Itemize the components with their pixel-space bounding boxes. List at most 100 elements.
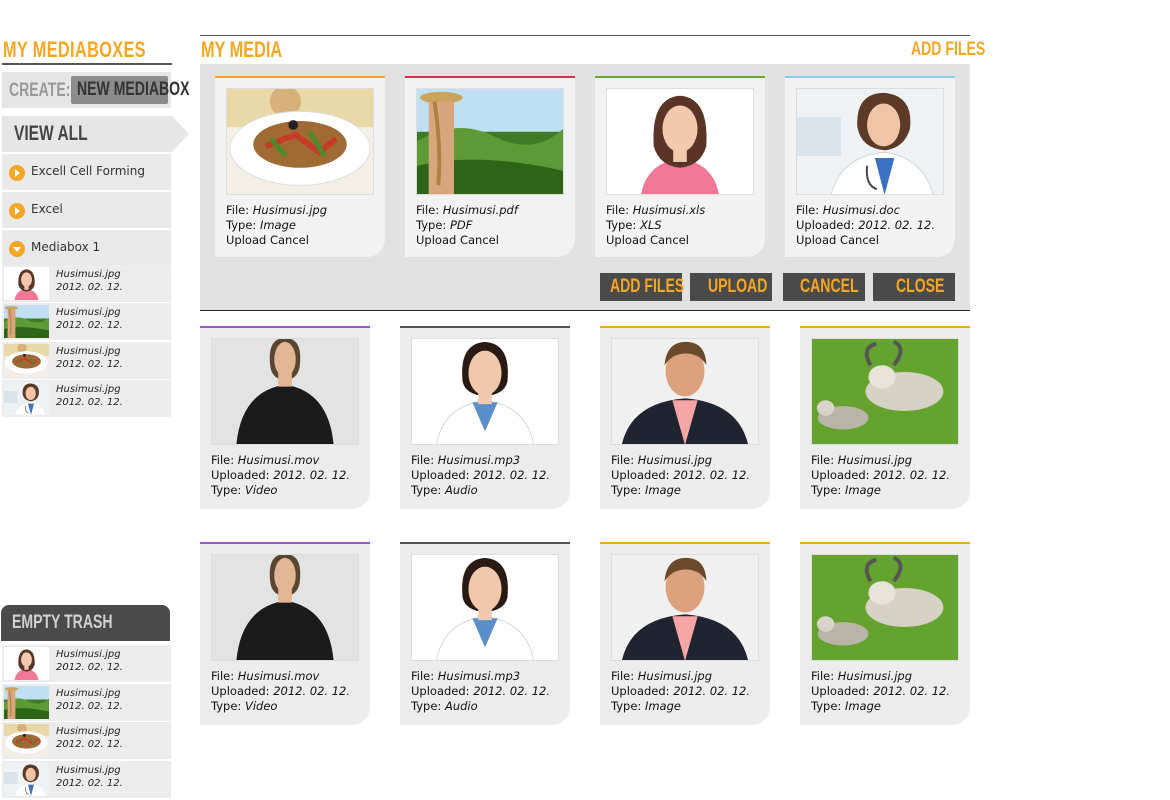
card-accent-bar — [200, 326, 370, 328]
view-all-button[interactable]: VIEW ALL — [2, 116, 189, 152]
cancel-link[interactable]: Cancel — [270, 233, 309, 247]
file-name: Husimusi.mp3 — [437, 669, 521, 683]
uploaded-label: Uploaded: — [211, 684, 270, 698]
item-date: 2012. 02. 12. — [56, 701, 123, 712]
type-label: Type: — [226, 218, 257, 232]
file-label: File: — [611, 453, 635, 467]
type-value: PDF — [449, 218, 473, 232]
file-name: Husimusi.jpg — [837, 669, 913, 683]
type-label: Type: — [211, 483, 242, 497]
add-files-link[interactable]: ADD FILES — [911, 39, 985, 61]
sidebar-folder-mediabox-1[interactable]: Mediabox 1 — [2, 230, 171, 266]
upload-card: File: Husimusi.xls Type: XLS Upload Canc… — [595, 76, 765, 257]
folder-label: Mediabox 1 — [31, 240, 101, 254]
add-files-button[interactable]: ADD FILES — [600, 273, 684, 301]
uploaded-label: Uploaded: — [411, 468, 470, 482]
collapse-arrow-icon — [9, 241, 25, 257]
media-image — [811, 554, 959, 661]
file-name: Husimusi.jpg — [252, 203, 328, 217]
list-item[interactable]: Husimusi.jpg 2012. 02. 12. — [2, 761, 171, 799]
file-name: Husimusi.doc — [822, 203, 900, 217]
uploaded-value: 2012. 02. 12. — [273, 468, 351, 482]
empty-trash-label: EMPTY TRASH — [12, 612, 113, 633]
file-label: File: — [606, 203, 630, 217]
media-image — [211, 554, 359, 661]
item-filename: Husimusi.jpg — [56, 688, 121, 699]
cancel-link[interactable]: Cancel — [840, 233, 879, 247]
list-item[interactable]: Husimusi.jpg 2012. 02. 12. — [2, 380, 171, 418]
sidebar-folder-excel[interactable]: Excel — [2, 192, 171, 228]
sidebar-folder-excell-cell-forming[interactable]: Excell Cell Forming — [2, 154, 171, 190]
list-item[interactable]: Husimusi.jpg 2012. 02. 12. — [2, 645, 171, 683]
upload-link[interactable]: Upload — [226, 233, 266, 247]
item-date: 2012. 02. 12. — [56, 397, 123, 408]
thumbnail-image — [4, 344, 49, 377]
media-image — [611, 338, 759, 445]
type-label: Type: — [411, 699, 442, 713]
uploaded-value: 2012. 02. 12. — [673, 684, 751, 698]
card-accent-bar — [215, 76, 385, 78]
expand-arrow-icon — [9, 165, 25, 181]
upload-link[interactable]: Upload — [796, 233, 836, 247]
file-label: File: — [416, 203, 440, 217]
card-meta: File: Husimusi.jpg Uploaded: 2012. 02. 1… — [611, 669, 750, 714]
cancel-link[interactable]: Cancel — [650, 233, 689, 247]
list-item[interactable]: Husimusi.jpg 2012. 02. 12. — [2, 722, 171, 760]
type-value: Image — [644, 483, 681, 497]
file-name: Husimusi.pdf — [442, 203, 518, 217]
preview-image — [416, 88, 564, 195]
uploaded-label: Uploaded: — [611, 468, 670, 482]
card-accent-bar — [595, 76, 765, 78]
type-label: Type: — [606, 218, 637, 232]
media-card[interactable]: File: Husimusi.mov Uploaded: 2012. 02. 1… — [200, 326, 370, 509]
upload-card: File: Husimusi.doc Uploaded: 2012. 02. 1… — [785, 76, 955, 257]
item-date: 2012. 02. 12. — [56, 359, 123, 370]
media-card[interactable]: File: Husimusi.mp3 Uploaded: 2012. 02. 1… — [400, 542, 570, 725]
empty-trash-button[interactable]: EMPTY TRASH — [1, 605, 170, 641]
upload-link[interactable]: Upload — [606, 233, 646, 247]
uploaded-value: 2012. 02. 12. — [273, 684, 351, 698]
type-label: Type: — [611, 483, 642, 497]
list-item[interactable]: Husimusi.jpg 2012. 02. 12. — [2, 342, 171, 380]
uploaded-label: Uploaded: — [811, 468, 870, 482]
card-meta: File: Husimusi.jpg Uploaded: 2012. 02. 1… — [611, 453, 750, 498]
file-name: Husimusi.mov — [237, 453, 320, 467]
upload-link[interactable]: Upload — [416, 233, 456, 247]
file-name: Husimusi.xls — [632, 203, 706, 217]
cancel-link[interactable]: Cancel — [460, 233, 499, 247]
list-item[interactable]: Husimusi.jpg 2012. 02. 12. — [2, 684, 171, 722]
thumbnail-image — [4, 686, 49, 719]
media-card[interactable]: File: Husimusi.jpg Uploaded: 2012. 02. 1… — [600, 542, 770, 725]
media-card[interactable]: File: Husimusi.jpg Uploaded: 2012. 02. 1… — [600, 326, 770, 509]
type-label: Type: — [811, 483, 842, 497]
media-card[interactable]: File: Husimusi.mp3 Uploaded: 2012. 02. 1… — [400, 326, 570, 509]
type-value: Image — [844, 483, 881, 497]
card-accent-bar — [405, 76, 575, 78]
card-accent-bar — [200, 542, 370, 544]
media-card[interactable]: File: Husimusi.jpg Uploaded: 2012. 02. 1… — [800, 542, 970, 725]
uploaded-value: 2012. 02. 12. — [873, 468, 951, 482]
media-card[interactable]: File: Husimusi.jpg Uploaded: 2012. 02. 1… — [800, 326, 970, 509]
uploaded-label: Uploaded: — [796, 218, 855, 232]
file-name: Husimusi.jpg — [637, 453, 713, 467]
card-meta: File: Husimusi.jpg Type: Image Upload Ca… — [226, 203, 327, 248]
close-button[interactable]: CLOSE — [873, 273, 955, 301]
new-mediabox-button[interactable]: NEW MEDIABOX — [71, 76, 189, 104]
list-item[interactable]: Husimusi.jpg 2012. 02. 12. — [2, 265, 171, 303]
upload-button[interactable]: UPLOAD — [690, 273, 772, 301]
item-date: 2012. 02. 12. — [56, 662, 123, 673]
uploaded-value: 2012. 02. 12. — [873, 684, 951, 698]
folder-label: Excell Cell Forming — [31, 164, 145, 178]
type-value: Image — [259, 218, 296, 232]
media-card[interactable]: File: Husimusi.mov Uploaded: 2012. 02. 1… — [200, 542, 370, 725]
item-date: 2012. 02. 12. — [56, 282, 123, 293]
card-meta: File: Husimusi.pdf Type: PDF Upload Canc… — [416, 203, 518, 248]
type-label: Type: — [811, 699, 842, 713]
uploaded-label: Uploaded: — [811, 684, 870, 698]
header-divider — [200, 35, 970, 36]
type-label: Type: — [611, 699, 642, 713]
list-item[interactable]: Husimusi.jpg 2012. 02. 12. — [2, 303, 171, 341]
cancel-button[interactable]: CANCEL — [783, 273, 865, 301]
preview-image — [606, 88, 754, 195]
thumbnail-image — [4, 763, 49, 796]
